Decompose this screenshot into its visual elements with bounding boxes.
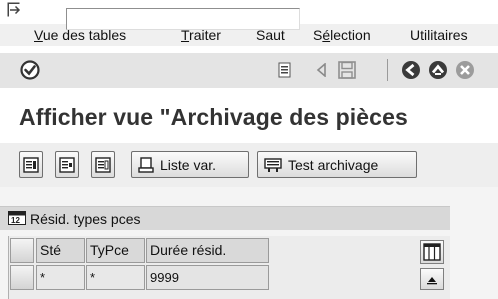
enter-check-icon[interactable]: [20, 60, 40, 80]
command-field[interactable]: [66, 8, 300, 30]
scroll-up-button[interactable]: [420, 268, 444, 290]
select-block-button[interactable]: [55, 151, 79, 178]
deselect-all-button[interactable]: [91, 151, 115, 178]
column-settings-icon: [423, 243, 441, 261]
print-list-icon: [138, 156, 154, 173]
column-settings-button[interactable]: [420, 240, 444, 264]
toolbar-separator: [387, 59, 388, 81]
menu-selection[interactable]: Sélection: [313, 27, 371, 43]
select-all-button[interactable]: [19, 151, 43, 178]
dropdown-list-icon[interactable]: [278, 62, 292, 78]
arrow-up-icon: [427, 277, 437, 285]
menu-toggle-icon[interactable]: [7, 2, 21, 18]
save-icon[interactable]: [338, 61, 356, 79]
table-control-icon: 12: [8, 211, 26, 225]
cancel-icon[interactable]: [455, 60, 475, 80]
column-header-ste[interactable]: Sté: [36, 238, 85, 263]
archive-test-icon: [264, 157, 282, 172]
select-all-rows-cell[interactable]: [10, 238, 34, 263]
select-block-icon: [59, 156, 75, 173]
column-header-duree-resid[interactable]: Durée résid.: [146, 238, 269, 263]
back-icon[interactable]: [401, 60, 421, 80]
select-all-icon: [23, 156, 39, 173]
column-header-typce[interactable]: TyPce: [86, 238, 145, 263]
row-selector[interactable]: [10, 265, 34, 290]
liste-var-button[interactable]: Liste var.: [131, 151, 249, 178]
prev-icon[interactable]: [316, 63, 328, 77]
table-cell-duree-resid[interactable]: 9999: [146, 265, 269, 290]
table-control-title: Résid. types pces: [30, 211, 141, 227]
exit-icon[interactable]: [428, 60, 448, 80]
page-title: Afficher vue "Archivage des pièces: [19, 104, 408, 130]
menu-utilitaires[interactable]: Utilitaires: [410, 27, 468, 43]
svg-text:12: 12: [11, 216, 20, 225]
deselect-all-icon: [95, 156, 111, 173]
standard-toolbar: [0, 52, 498, 88]
test-archivage-button[interactable]: Test archivage: [257, 151, 417, 178]
table-cell-ste[interactable]: *: [36, 265, 85, 290]
table-cell-typce[interactable]: *: [86, 265, 145, 290]
